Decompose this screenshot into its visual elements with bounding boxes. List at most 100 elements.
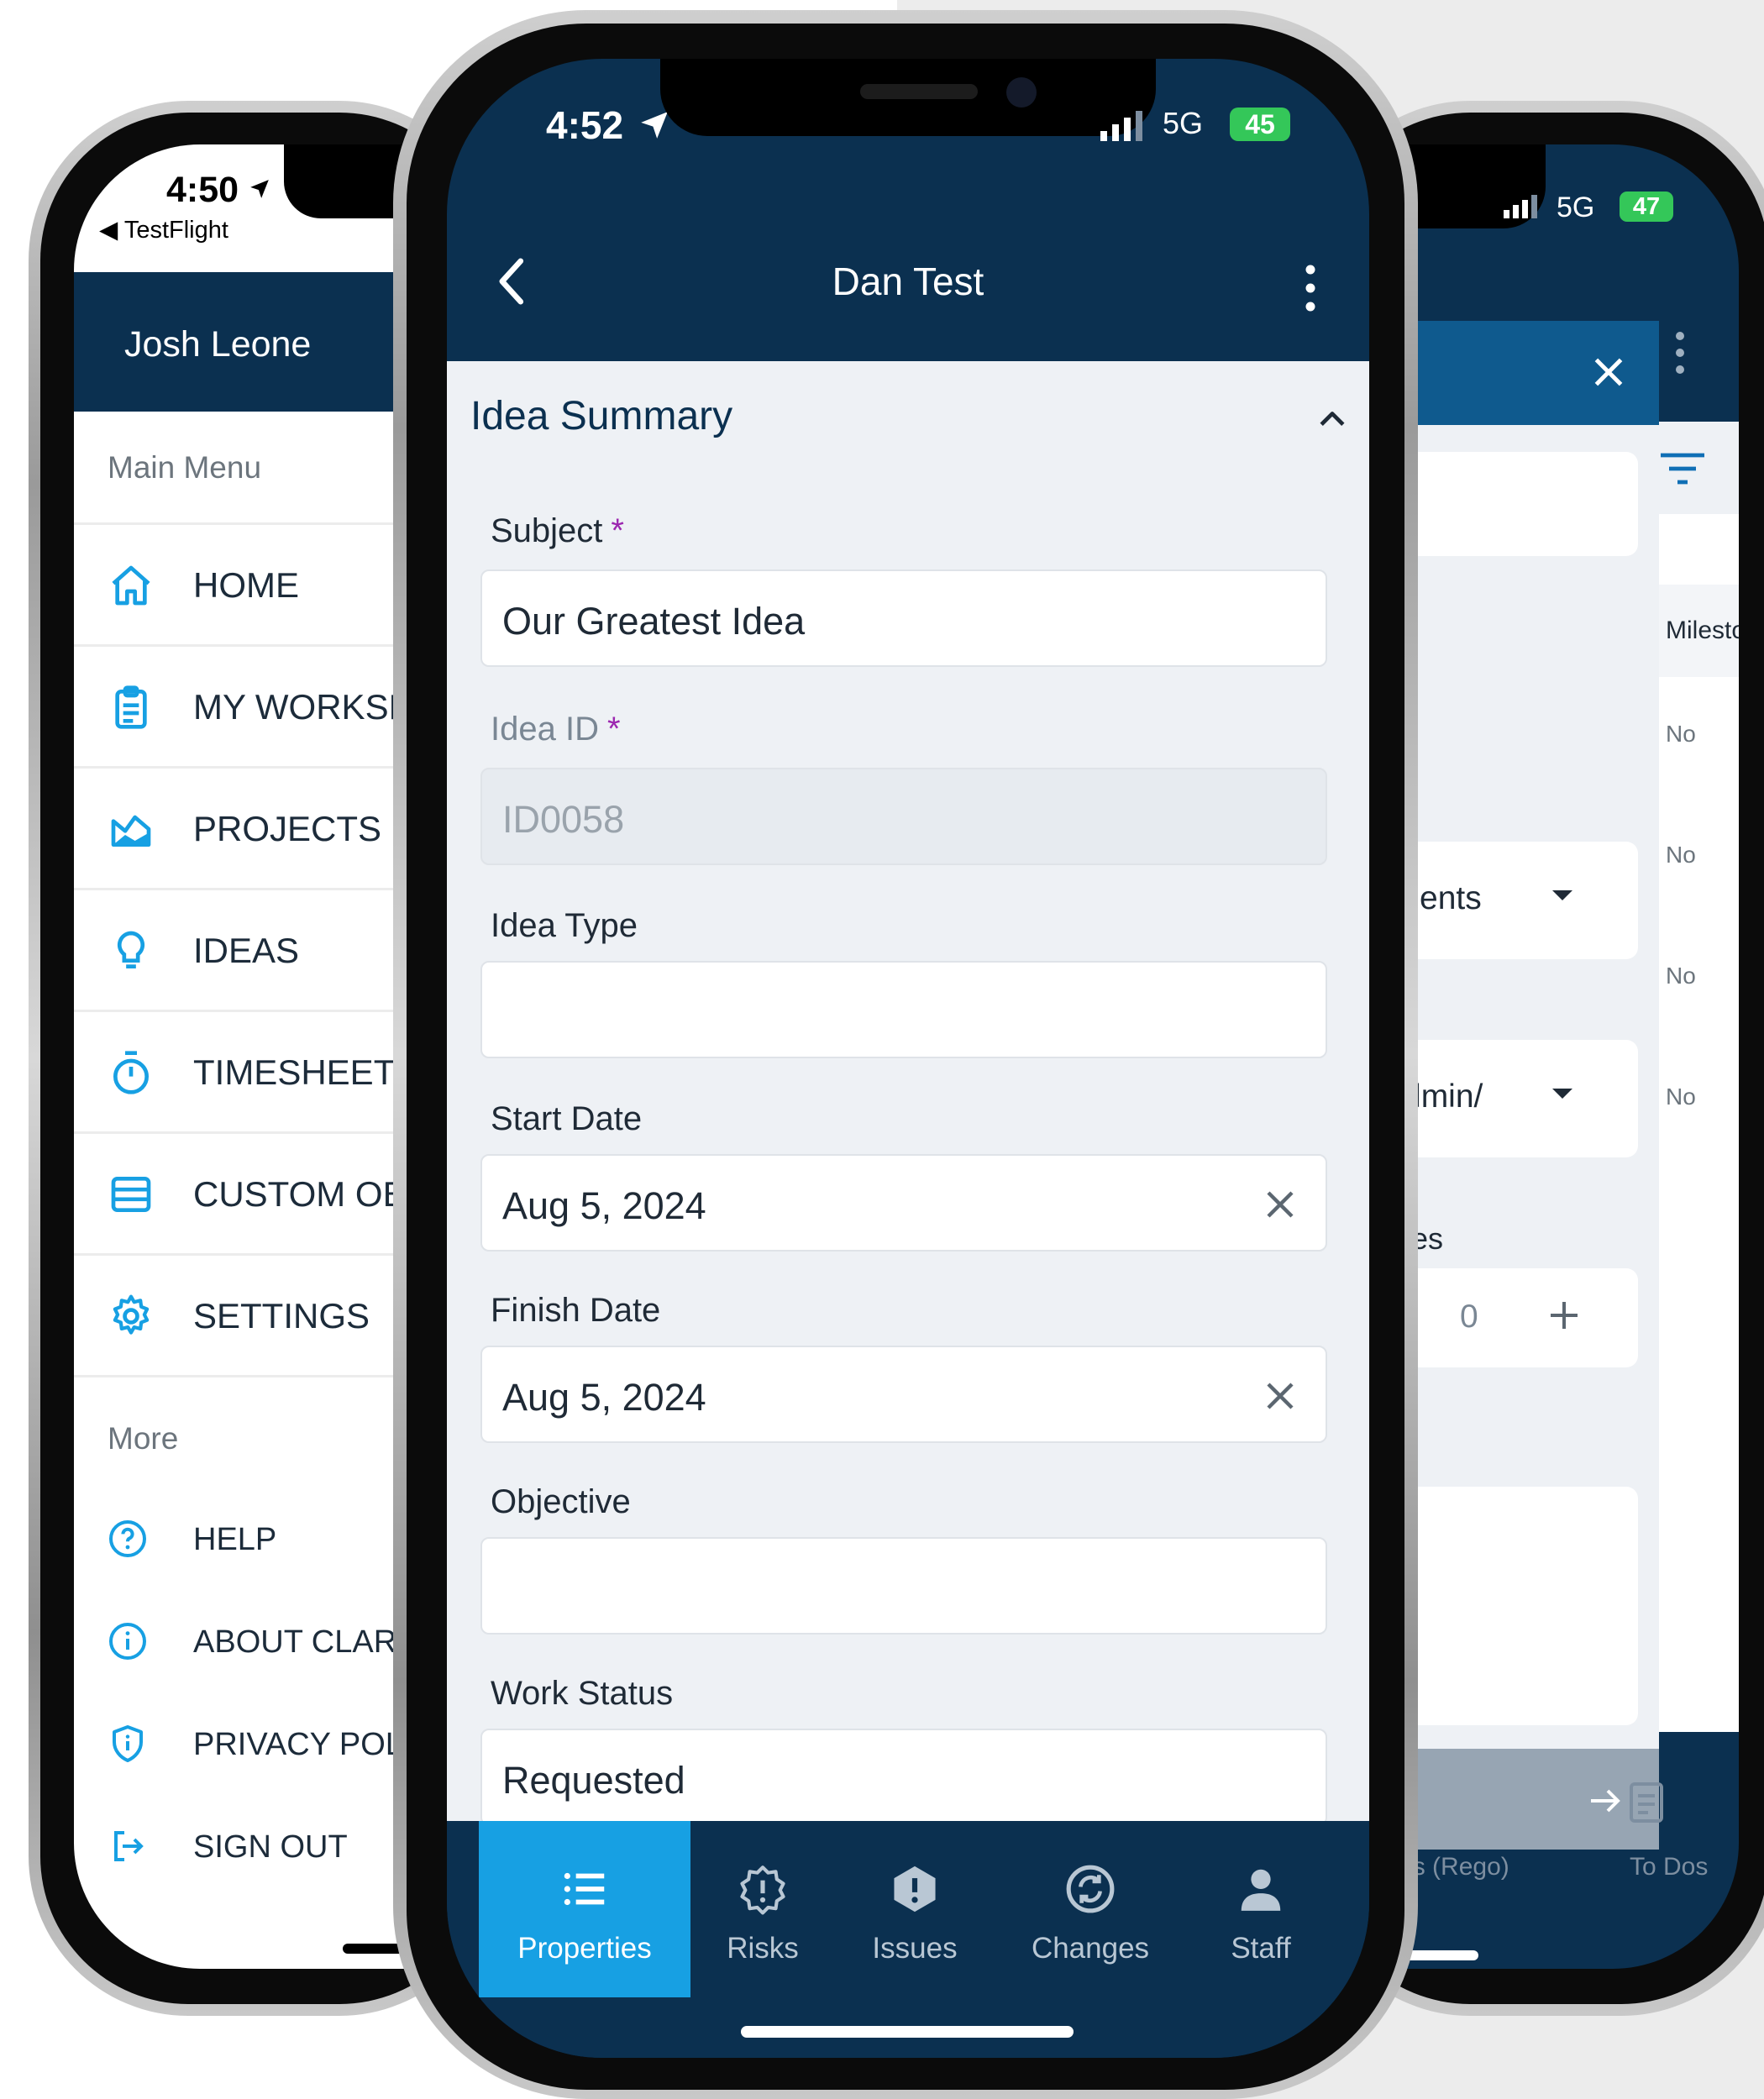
tab-staff[interactable]: Staff <box>1186 1821 1336 1997</box>
more-vertical-icon[interactable] <box>1302 260 1319 316</box>
lightbulb-icon <box>108 927 155 974</box>
filter-icon[interactable] <box>1659 452 1706 485</box>
idea-id-field: ID0058 <box>480 768 1327 865</box>
start-date-value: Aug 5, 2024 <box>502 1184 706 1227</box>
menu-item-label: SIGN OUT <box>193 1829 348 1865</box>
home-indicator <box>741 2026 1074 2038</box>
tab-changes[interactable]: Changes <box>995 1821 1186 1997</box>
status-time: 4:52 <box>546 103 624 147</box>
warning-badge-icon <box>737 1863 789 1915</box>
section-title: Idea Summary <box>470 394 733 438</box>
clear-icon[interactable] <box>1260 1376 1300 1416</box>
finish-date-value: Aug 5, 2024 <box>502 1376 706 1419</box>
stepper-value: 0 <box>1460 1299 1478 1335</box>
idea-type-field[interactable] <box>480 961 1327 1058</box>
subject-field[interactable]: Our Greatest Idea <box>480 569 1327 667</box>
start-date-label: Start Date <box>491 1100 643 1137</box>
tab-label: Risks <box>727 1932 799 1965</box>
tab-risks[interactable]: Risks <box>690 1821 835 1997</box>
battery-indicator: 45 <box>1230 108 1290 141</box>
speaker-grille <box>860 84 978 99</box>
tab-label: Properties <box>517 1932 652 1965</box>
table-cell: No <box>1666 963 1696 989</box>
plus-icon[interactable] <box>1544 1295 1584 1335</box>
stopwatch-icon <box>108 1049 155 1096</box>
menu-item-label: PROJECTS <box>193 809 382 848</box>
location-arrow-icon <box>249 178 270 200</box>
filter-bar <box>1659 422 1739 514</box>
table-cell: No <box>1666 721 1696 747</box>
shield-icon <box>108 1724 148 1764</box>
more-vertical-icon[interactable] <box>1673 328 1687 378</box>
location-arrow-icon <box>638 109 670 141</box>
form-content: Idea Summary Subject * Our Greatest Idea … <box>447 361 1369 1826</box>
dropdown-arrow-icon <box>1552 890 1572 900</box>
table-cell: No <box>1666 842 1696 868</box>
column-header: Milesto <box>1666 617 1739 644</box>
objective-field[interactable] <box>480 1537 1327 1635</box>
gear-icon <box>108 1293 155 1340</box>
table-cell: No <box>1666 1084 1696 1110</box>
menu-item-label: CUSTOM OB <box>193 1174 407 1214</box>
finish-date-field[interactable]: Aug 5, 2024 <box>480 1346 1327 1443</box>
back-to-app-link[interactable]: ◀ TestFlight <box>99 215 228 244</box>
camera-icon <box>1006 77 1037 108</box>
subject-label: Subject * <box>491 512 624 549</box>
table-icon <box>108 1171 155 1218</box>
objective-label: Objective <box>491 1483 631 1520</box>
network-indicator: 5G <box>1163 106 1203 141</box>
signal-icon <box>1099 111 1149 141</box>
work-status-field[interactable]: Requested <box>480 1729 1327 1826</box>
close-icon[interactable] <box>1588 351 1630 393</box>
menu-item-label: IDEAS <box>193 931 300 970</box>
more-title: More <box>108 1421 179 1456</box>
menu-item-label: MY WORKSF <box>193 687 411 727</box>
network-indicator: 5G <box>1557 192 1594 224</box>
clipboard-icon <box>108 684 155 731</box>
tab-label: Staff <box>1231 1932 1291 1965</box>
status-time: 4:50 <box>166 170 239 210</box>
main-menu-title: Main Menu <box>108 450 262 485</box>
finish-date-label: Finish Date <box>491 1292 661 1329</box>
page-title: Dan Test <box>832 260 984 303</box>
required-marker: * <box>611 512 624 549</box>
menu-item-label: HOME <box>193 565 299 605</box>
back-app-label: TestFlight <box>123 217 228 244</box>
battery-indicator: 47 <box>1620 192 1673 222</box>
alert-badge-icon <box>889 1863 941 1915</box>
bottom-tab-todos[interactable]: To Dos <box>1630 1853 1708 1881</box>
info-circle-icon <box>108 1621 148 1661</box>
tab-properties[interactable]: Properties <box>479 1821 690 1997</box>
tab-issues[interactable]: Issues <box>835 1821 995 1997</box>
signal-icon <box>1504 193 1546 218</box>
dropdown-value: ents <box>1420 880 1482 916</box>
arrow-right-icon[interactable] <box>1584 1781 1625 1821</box>
bottom-tab-bar: Properties Risks Issues Changes Staff <box>447 1821 1369 2058</box>
person-icon <box>1235 1863 1287 1915</box>
idea-id-value: ID0058 <box>502 798 625 841</box>
notch <box>660 59 1156 136</box>
subject-value: Our Greatest Idea <box>502 600 806 643</box>
document-icon <box>1628 1781 1665 1824</box>
idea-type-label: Idea Type <box>491 907 638 944</box>
background-list: Milesto No No No No <box>1659 422 1739 1732</box>
center-phone-screen: 4:52 5G 45 Dan Test Idea Summary Subject… <box>447 59 1369 2058</box>
menu-item-label: TIMESHEETS <box>193 1052 419 1092</box>
table-header: Milesto <box>1659 585 1739 677</box>
tab-label: Changes <box>1031 1932 1150 1965</box>
required-marker: * <box>606 711 621 748</box>
chevron-up-icon[interactable] <box>1314 400 1351 437</box>
start-date-field[interactable]: Aug 5, 2024 <box>480 1154 1327 1252</box>
idea-id-label: Idea ID * <box>491 711 621 748</box>
list-icon <box>559 1863 611 1915</box>
dropdown-arrow-icon <box>1552 1089 1572 1099</box>
changes-icon <box>1064 1863 1116 1915</box>
battery-level: 45 <box>1245 109 1275 139</box>
menu-item-label: ABOUT CLARI <box>193 1624 406 1660</box>
home-icon <box>108 562 155 609</box>
user-name: Josh Leone <box>124 324 312 365</box>
sign-out-icon <box>108 1826 148 1866</box>
menu-item-label: PRIVACY POLI <box>193 1727 412 1762</box>
help-circle-icon <box>108 1519 148 1559</box>
clear-icon[interactable] <box>1260 1184 1300 1225</box>
